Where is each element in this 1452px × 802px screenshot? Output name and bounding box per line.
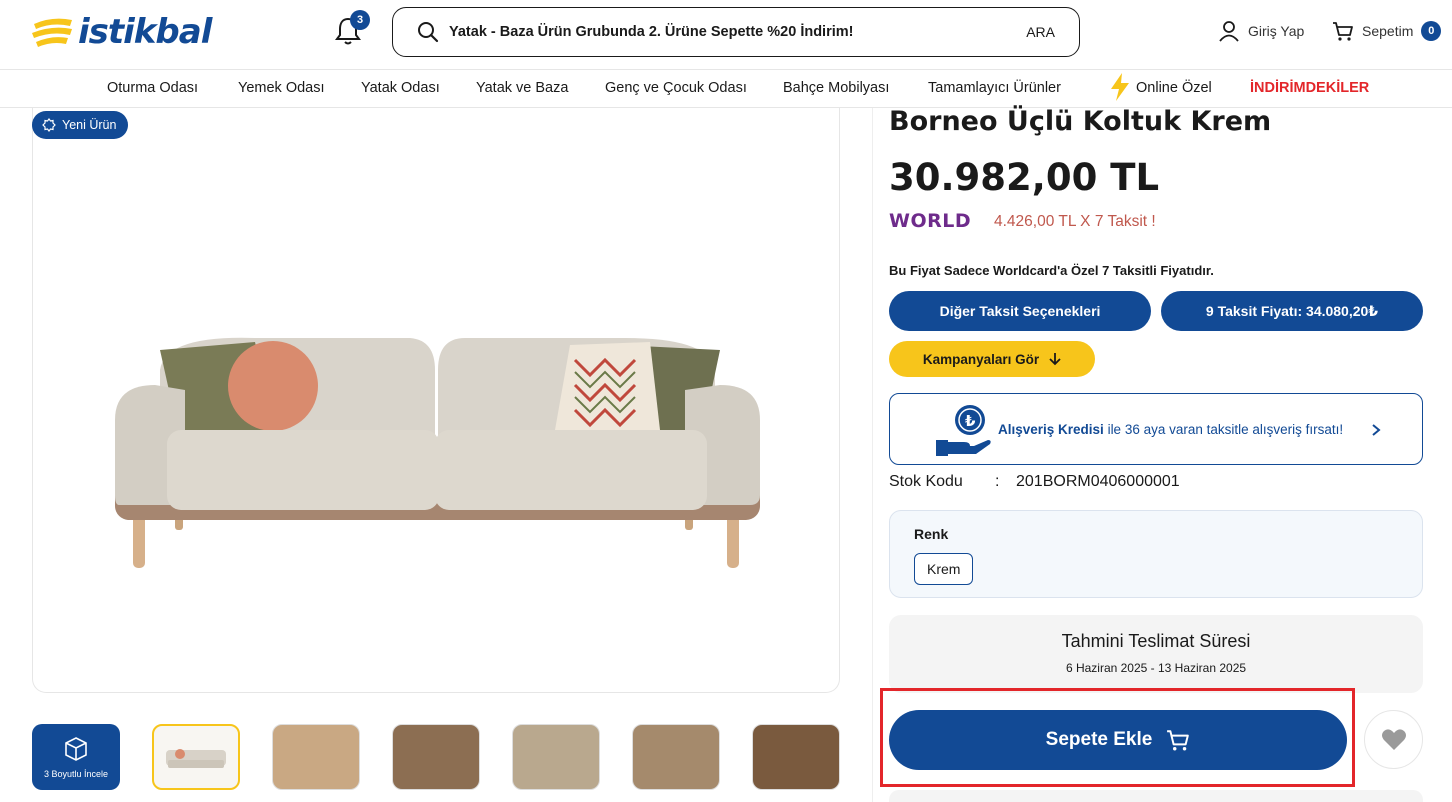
sofa-product-image: [115, 337, 760, 568]
logo-swoosh-icon: [32, 18, 72, 47]
search-icon: [418, 22, 439, 43]
stock-code-colon: :: [995, 473, 1000, 490]
nine-installment-button[interactable]: 9 Taksit Fiyatı: 34.080,20₺: [1161, 291, 1423, 331]
chevron-right-icon: [1372, 424, 1381, 436]
nav-item-bahce-mobilyasi[interactable]: Bahçe Mobilyası: [783, 80, 889, 96]
badge-star-icon: [42, 118, 56, 132]
thumbnail-2[interactable]: [272, 724, 360, 790]
shopping-credit-banner[interactable]: ₺ Alışveriş Kredisi ile 36 aya varan tak…: [889, 393, 1423, 465]
delivery-title: Tahmini Teslimat Süresi: [1061, 631, 1251, 651]
campaigns-button[interactable]: Kampanyaları Gör: [889, 341, 1095, 377]
arrow-down-icon: [1049, 353, 1061, 366]
cart-link[interactable]: Sepetim 0: [1332, 20, 1442, 42]
istikbal-logo[interactable]: istikbal: [32, 12, 227, 52]
nav-item-online-ozel[interactable]: Online Özel: [1136, 80, 1212, 96]
color-label: Renk: [914, 526, 949, 542]
other-installments-button[interactable]: Diğer Taksit Seçenekleri: [889, 291, 1151, 331]
bottom-panel-edge: [889, 790, 1423, 802]
login-link[interactable]: Giriş Yap: [1218, 20, 1304, 42]
new-product-label: Yeni Ürün: [62, 118, 117, 132]
credit-text: Alışveriş Kredisi ile 36 aya varan taksi…: [998, 422, 1343, 437]
worldcard-logo: WORLD: [889, 210, 972, 232]
logo-text: istikbal: [78, 12, 212, 52]
delivery-dates: 6 Haziran 2025 - 13 Haziran 2025: [1065, 661, 1247, 675]
favorite-button[interactable]: [1364, 710, 1423, 769]
nav-item-yemek-odasi[interactable]: Yemek Odası: [238, 80, 325, 96]
credit-bold-text: Alışveriş Kredisi: [998, 422, 1104, 437]
3d-cube-icon: [65, 737, 87, 761]
nav-item-genc-cocuk-odasi[interactable]: Genç ve Çocuk Odası: [605, 80, 747, 96]
nav-item-oturma-odasi[interactable]: Oturma Odası: [107, 80, 198, 96]
credit-hand-coin-icon: ₺: [936, 405, 991, 456]
nav-item-yatak-odasi[interactable]: Yatak Odası: [361, 80, 440, 96]
svg-text:₺: ₺: [965, 412, 976, 430]
heart-icon: [1381, 728, 1406, 750]
product-title: Borneo Üçlü Koltuk Krem: [889, 106, 1272, 137]
highlight-box: [880, 688, 1355, 787]
color-selector: Renk Krem: [889, 510, 1423, 598]
column-divider: [872, 108, 873, 802]
3d-view-label: 3 Boyutlu İncele: [43, 769, 109, 779]
lightning-icon: [1111, 73, 1129, 101]
notification-count-badge: 3: [350, 10, 370, 30]
login-label: Giriş Yap: [1248, 23, 1305, 39]
product-price: 30.982,00 TL: [889, 156, 1160, 199]
cart-icon: [1333, 22, 1353, 41]
nav-item-tamamlayici-urunler[interactable]: Tamamlayıcı Ürünler: [928, 80, 1061, 96]
search-button[interactable]: ARA: [1026, 24, 1055, 40]
cart-count-badge: 0: [1421, 21, 1442, 41]
nav-item-yatak-ve-baza[interactable]: Yatak ve Baza: [476, 80, 568, 96]
credit-rest-text: ile 36 aya varan taksitle alışveriş fırs…: [1103, 422, 1344, 437]
delivery-estimate: Tahmini Teslimat Süresi 6 Haziran 2025 -…: [889, 615, 1423, 693]
thumbnail-1[interactable]: [152, 724, 240, 790]
new-product-badge: Yeni Ürün: [32, 111, 129, 139]
price-note: Bu Fiyat Sadece Worldcard'a Özel 7 Taksi…: [889, 263, 1214, 278]
thumbnail-strip: 3 Boyutlu İncele: [32, 724, 840, 792]
thumbnail-3[interactable]: [392, 724, 480, 790]
stock-code-label: Stok Kodu: [889, 473, 963, 490]
thumbnail-6[interactable]: [752, 724, 840, 790]
cart-label: Sepetim: [1362, 23, 1414, 39]
nav-item-indirimdekiler[interactable]: İNDİRİMDEKİLER: [1250, 80, 1369, 96]
installment-text: 4.426,00 TL X 7 Taksit !: [994, 213, 1156, 230]
stock-code-value: 201BORM0406000001: [1016, 473, 1180, 490]
color-option-krem[interactable]: Krem: [914, 553, 974, 585]
search-bar[interactable]: Yatak - Baza Ürün Grubunda 2. Ürüne Sepe…: [392, 7, 1080, 57]
site-header: istikbal 3 Yatak - Baza Ürün Grubunda 2.…: [0, 0, 1452, 70]
thumbnail-5[interactable]: [632, 724, 720, 790]
thumbnail-sofa-image: [166, 749, 226, 768]
campaigns-label: Kampanyaları Gör: [922, 351, 1040, 367]
thumbnail-4[interactable]: [512, 724, 600, 790]
search-input[interactable]: Yatak - Baza Ürün Grubunda 2. Ürüne Sepe…: [449, 24, 853, 40]
3d-view-button[interactable]: 3 Boyutlu İncele: [32, 724, 120, 790]
category-nav: Oturma Odası Yemek Odası Yatak Odası Yat…: [0, 70, 1452, 108]
user-icon: [1219, 21, 1239, 42]
